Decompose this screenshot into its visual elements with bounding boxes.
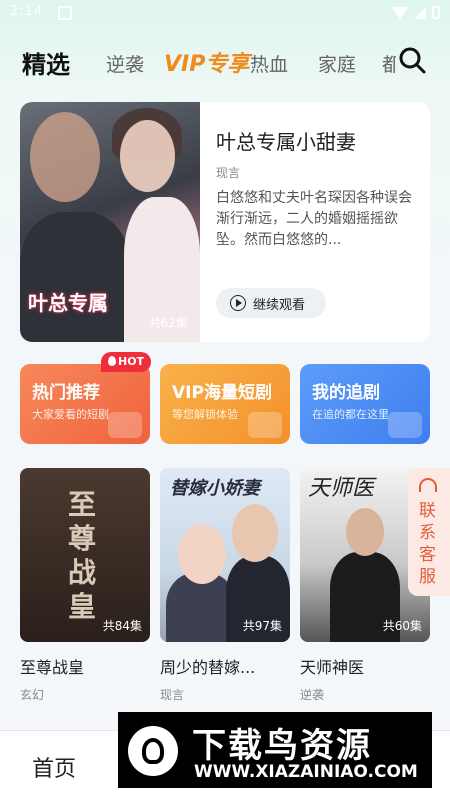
- quick-entry-title: 热门推荐: [32, 383, 100, 403]
- featured-title: 叶总专属小甜妻: [216, 130, 356, 154]
- featured-genre: 现言: [216, 166, 241, 180]
- drama-name: 周少的替嫁...: [160, 658, 256, 677]
- featured-poster[interactable]: 叶总专属 共62集: [20, 102, 200, 342]
- tab-comeback[interactable]: 逆袭: [106, 50, 144, 77]
- featured-card[interactable]: 叶总专属 共62集 叶总专属小甜妻 现言 白悠悠和丈夫叶名琛因各种误会渐行渐远，…: [20, 102, 430, 342]
- status-icons: [392, 6, 440, 19]
- customer-service-label: 联系客服: [419, 501, 436, 587]
- drama-genre: 现言: [160, 688, 185, 702]
- watermark-url: WWW.XIAZAINIAO.COM: [194, 762, 418, 782]
- status-bar: 2:14: [0, 0, 450, 26]
- quick-entry-subtitle: 等您解锁体验: [172, 408, 238, 421]
- featured-description: 白悠悠和丈夫叶名琛因各种误会渐行渐远，二人的婚姻摇摇欲坠。然而白悠悠的...: [216, 190, 412, 248]
- drama-poster-title: 替嫁小娇妻: [170, 478, 260, 499]
- fire-icon: [108, 356, 116, 366]
- headset-icon: [419, 478, 437, 492]
- drama-genre: 玄幻: [20, 688, 45, 702]
- drama-episodes: 共84集: [102, 619, 142, 633]
- watermark: 下载鸟资源 WWW.XIAZAINIAO.COM: [118, 712, 432, 788]
- tab-family[interactable]: 家庭: [318, 50, 356, 77]
- clapperboard-icon: [248, 412, 282, 438]
- drama-name: 至尊战皇: [20, 658, 85, 677]
- drama-poster[interactable]: 至尊战皇 共84集: [20, 468, 150, 642]
- play-icon: [230, 295, 246, 311]
- continue-watching-label: 继续观看: [253, 297, 306, 313]
- tab-featured[interactable]: 精选: [22, 45, 70, 80]
- quick-entry-title: 我的追剧: [312, 383, 380, 403]
- quick-entry-vip[interactable]: VIP海量短剧 等您解锁体验: [160, 364, 290, 444]
- drama-name: 天师神医: [300, 658, 365, 677]
- watermark-title: 下载鸟资源: [192, 726, 372, 766]
- film-icon: [108, 412, 142, 438]
- notification-icon: [58, 6, 72, 20]
- customer-service-button[interactable]: 联系客服: [408, 468, 450, 596]
- drama-episodes: 共60集: [382, 619, 422, 633]
- featured-episode-count: 共62集: [148, 316, 188, 330]
- drama-poster[interactable]: 替嫁小娇妻 共97集: [160, 468, 290, 642]
- film-reel-icon: [388, 412, 422, 438]
- quick-entry-title: VIP海量短剧: [172, 383, 272, 403]
- bird-logo-icon: [128, 726, 178, 776]
- drama-episodes: 共97集: [242, 619, 282, 633]
- drama-genre: 逆袭: [300, 688, 325, 702]
- hot-badge: HOT: [101, 352, 152, 372]
- tab-urban[interactable]: 都: [382, 50, 396, 77]
- drama-poster-title: 天师医: [308, 476, 375, 501]
- continue-watching-button[interactable]: 继续观看: [216, 288, 326, 318]
- tab-passion[interactable]: 热血: [250, 50, 288, 77]
- nav-home[interactable]: 首页: [32, 751, 76, 783]
- drama-card[interactable]: 替嫁小娇妻 共97集 周少的替嫁... 现言: [160, 468, 290, 703]
- quick-entry-subtitle: 大家爱看的短剧: [32, 408, 109, 421]
- quick-entry-subtitle: 在追的都在这里: [312, 408, 389, 421]
- drama-card[interactable]: 至尊战皇 共84集 至尊战皇 玄幻: [20, 468, 150, 703]
- signal-icon: [414, 6, 426, 19]
- category-tabs: 精选 逆袭 VIP专享 热血 家庭 都: [0, 40, 450, 82]
- status-time: 2:14: [10, 4, 44, 19]
- battery-icon: [432, 6, 440, 19]
- quick-entry-following[interactable]: 我的追剧 在追的都在这里: [300, 364, 430, 444]
- drama-poster-title: 至尊战皇: [68, 488, 97, 623]
- quick-entry-hot[interactable]: 热门推荐 大家爱看的短剧: [20, 364, 150, 444]
- featured-poster-title: 叶总专属: [28, 291, 108, 315]
- tab-vip[interactable]: VIP专享: [164, 46, 249, 78]
- search-icon[interactable]: [398, 46, 426, 74]
- wifi-icon: [392, 6, 408, 19]
